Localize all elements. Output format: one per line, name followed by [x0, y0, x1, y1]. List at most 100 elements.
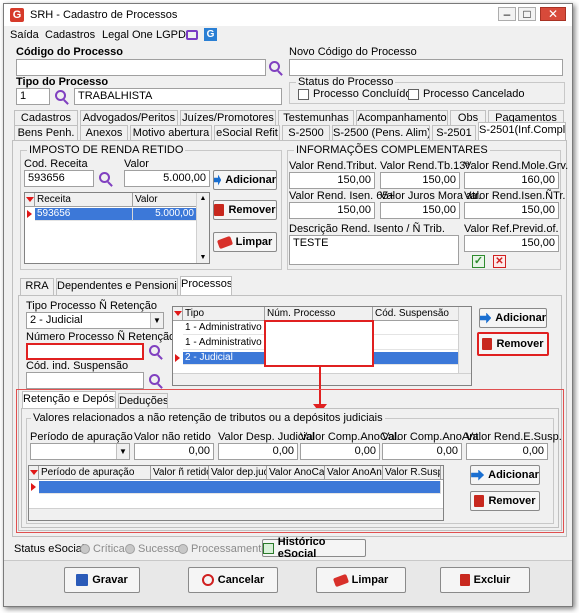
ref-previd-label: Valor Ref.Previd.of.	[464, 223, 559, 235]
tab-motivo[interactable]: Motivo abertura	[130, 125, 212, 140]
search-icon[interactable]	[149, 374, 160, 385]
desp-judicial-input[interactable]: 0,00	[218, 443, 298, 460]
processos-adicionar-button[interactable]: Adicionar	[479, 308, 547, 328]
retencao-adicionar-button[interactable]: Adicionar	[470, 465, 540, 485]
col-cod-suspensao[interactable]: Cód. Suspensão	[373, 307, 459, 321]
desc-input[interactable]: TESTE	[289, 235, 459, 265]
num-proc-input[interactable]	[26, 343, 144, 360]
tab-dependentes[interactable]: Dependentes e Pensionistas	[56, 278, 178, 295]
menu-legal-one[interactable]: Legal One	[102, 29, 153, 41]
col-dep-jud[interactable]: Valor dep.jud.	[209, 466, 267, 480]
chevron-down-icon[interactable]: ▼	[150, 313, 163, 328]
tab-rra[interactable]: RRA	[20, 278, 54, 295]
retencao-remover-button[interactable]: Remover	[470, 491, 540, 511]
cell-receita[interactable]: 593656	[35, 208, 133, 221]
concluido-checkbox[interactable]	[298, 89, 309, 100]
confirm-check-icon[interactable]: ✓	[472, 255, 485, 268]
col-rsusp[interactable]: Valor R.Susp.	[383, 466, 441, 480]
imposto-limpar-button[interactable]: Limpar	[213, 232, 277, 252]
table-row[interactable]	[29, 481, 443, 494]
receita-grid[interactable]: Receita Valor 593656 5.000,00 ▲ ▼	[24, 192, 210, 264]
comp-anoant-input[interactable]: 0,00	[382, 443, 462, 460]
imposto-adicionar-button[interactable]: Adicionar	[213, 170, 277, 190]
tab-cadastros[interactable]: Cadastros	[14, 110, 78, 125]
tipo-proc-select[interactable]: 2 - Judicial ▼	[26, 312, 164, 329]
menu-lgpd[interactable]: LGPD	[156, 29, 186, 41]
tipo-value-input[interactable]: TRABALHISTA	[74, 88, 282, 105]
maximize-button[interactable]: □	[518, 7, 536, 21]
col-anocal[interactable]: Valor AnoCal.	[267, 466, 325, 480]
grid-hscrollbar[interactable]	[173, 373, 471, 385]
search-icon[interactable]	[269, 61, 280, 72]
ref-previd-input[interactable]: 150,00	[464, 235, 559, 252]
tab-retencao[interactable]: Retenção e Depósitos	[22, 391, 116, 408]
rend-tribut-input[interactable]: 150,00	[289, 172, 375, 189]
tab-s2501-infcompl[interactable]: S-2501(Inf.Compl)	[478, 122, 566, 140]
current-row-icon	[27, 210, 32, 218]
tab-testemunhas[interactable]: Testemunhas	[278, 110, 354, 125]
col-tipo[interactable]: Tipo	[183, 307, 265, 321]
cod-receita-input[interactable]: 593656	[24, 170, 94, 187]
col-periodo[interactable]: Período de apuração	[39, 466, 151, 480]
valor-input[interactable]: 5.000,00	[124, 170, 210, 187]
retencao-grid[interactable]: Período de apuração Valor ñ retido Valor…	[28, 465, 444, 521]
rend-isen-ntr-input[interactable]: 150,00	[464, 202, 559, 219]
search-icon[interactable]	[99, 172, 110, 183]
col-num-processo[interactable]: Núm. Processo	[265, 307, 373, 321]
tab-acompanhamento[interactable]: Acompanhamento	[356, 110, 448, 125]
excluir-button[interactable]: Excluir	[440, 567, 530, 593]
tab-bens[interactable]: Bens Penh.	[14, 125, 78, 140]
chevron-down-icon[interactable]: ▼	[116, 444, 129, 459]
tab-s2500[interactable]: S-2500	[282, 125, 330, 140]
col-valor-nretido[interactable]: Valor ñ retido	[151, 466, 209, 480]
tab-s2500-pens[interactable]: S-2500 (Pens. Alim)	[332, 125, 430, 140]
search-icon[interactable]	[149, 345, 160, 356]
gravar-button[interactable]: Gravar	[64, 567, 140, 593]
tab-processos[interactable]: Processos	[180, 276, 232, 295]
g-app-icon[interactable]: G	[204, 28, 217, 41]
valor-nao-retido-input[interactable]: 0,00	[134, 443, 214, 460]
rend-esusp-input[interactable]: 0,00	[466, 443, 548, 460]
tab-esocial-refit[interactable]: eSocial Refit	[214, 125, 280, 140]
table-row[interactable]: 593656 5.000,00	[25, 208, 209, 221]
processos-remover-button[interactable]: Remover	[477, 332, 549, 356]
tab-deducoes[interactable]: Deduções	[118, 393, 168, 408]
grid-hscrollbar[interactable]	[29, 508, 443, 520]
cancelado-checkbox[interactable]	[408, 89, 419, 100]
limpar-button[interactable]: Limpar	[316, 567, 406, 593]
cod-susp-input[interactable]	[26, 372, 144, 389]
novo-codigo-input[interactable]	[289, 59, 563, 76]
radio-critica[interactable]	[80, 544, 90, 554]
radio-sucesso[interactable]	[125, 544, 135, 554]
col-valor[interactable]: Valor	[133, 193, 197, 207]
imposto-remover-button[interactable]: Remover	[213, 200, 277, 220]
tab-juizes[interactable]: Juízes/Promotores	[180, 110, 276, 125]
col-receita[interactable]: Receita	[35, 193, 133, 207]
search-icon[interactable]	[55, 90, 66, 101]
radio-processamento[interactable]	[178, 544, 188, 554]
menu-saida[interactable]: Saída	[10, 29, 39, 41]
cell-valor[interactable]: 5.000,00	[133, 208, 197, 221]
rend-13-input[interactable]: 150,00	[380, 172, 460, 189]
rend-mole-input[interactable]: 160,00	[464, 172, 559, 189]
cancelar-button[interactable]: Cancelar	[188, 567, 278, 593]
juros-mora-input[interactable]: 150,00	[380, 202, 460, 219]
codigo-input[interactable]	[16, 59, 266, 76]
tab-anexos[interactable]: Anexos	[80, 125, 128, 140]
tipo-code-input[interactable]: 1	[16, 88, 50, 105]
periodo-select[interactable]: ▼	[30, 443, 130, 460]
col-anoant[interactable]: Valor AnoAnt.	[325, 466, 383, 480]
cod-susp-label: Cód. ind. Suspensão	[26, 360, 129, 372]
minimize-button[interactable]: –	[498, 7, 516, 21]
rend-isen65-input[interactable]: 150,00	[289, 202, 375, 219]
trash-icon	[214, 204, 225, 216]
monitor-icon[interactable]	[186, 30, 198, 40]
menu-cadastros[interactable]: Cadastros	[45, 29, 95, 41]
grid-scrollbar[interactable]: ▲ ▼	[196, 193, 209, 263]
close-button[interactable]: ✕	[540, 7, 566, 21]
tab-advogados[interactable]: Advogados/Peritos	[80, 110, 178, 125]
cancel-x-icon[interactable]: ✕	[493, 255, 506, 268]
comp-anocal-input[interactable]: 0,00	[300, 443, 380, 460]
tab-s2501[interactable]: S-2501	[432, 125, 476, 140]
historico-esocial-button[interactable]: Histórico eSocial	[262, 536, 366, 560]
